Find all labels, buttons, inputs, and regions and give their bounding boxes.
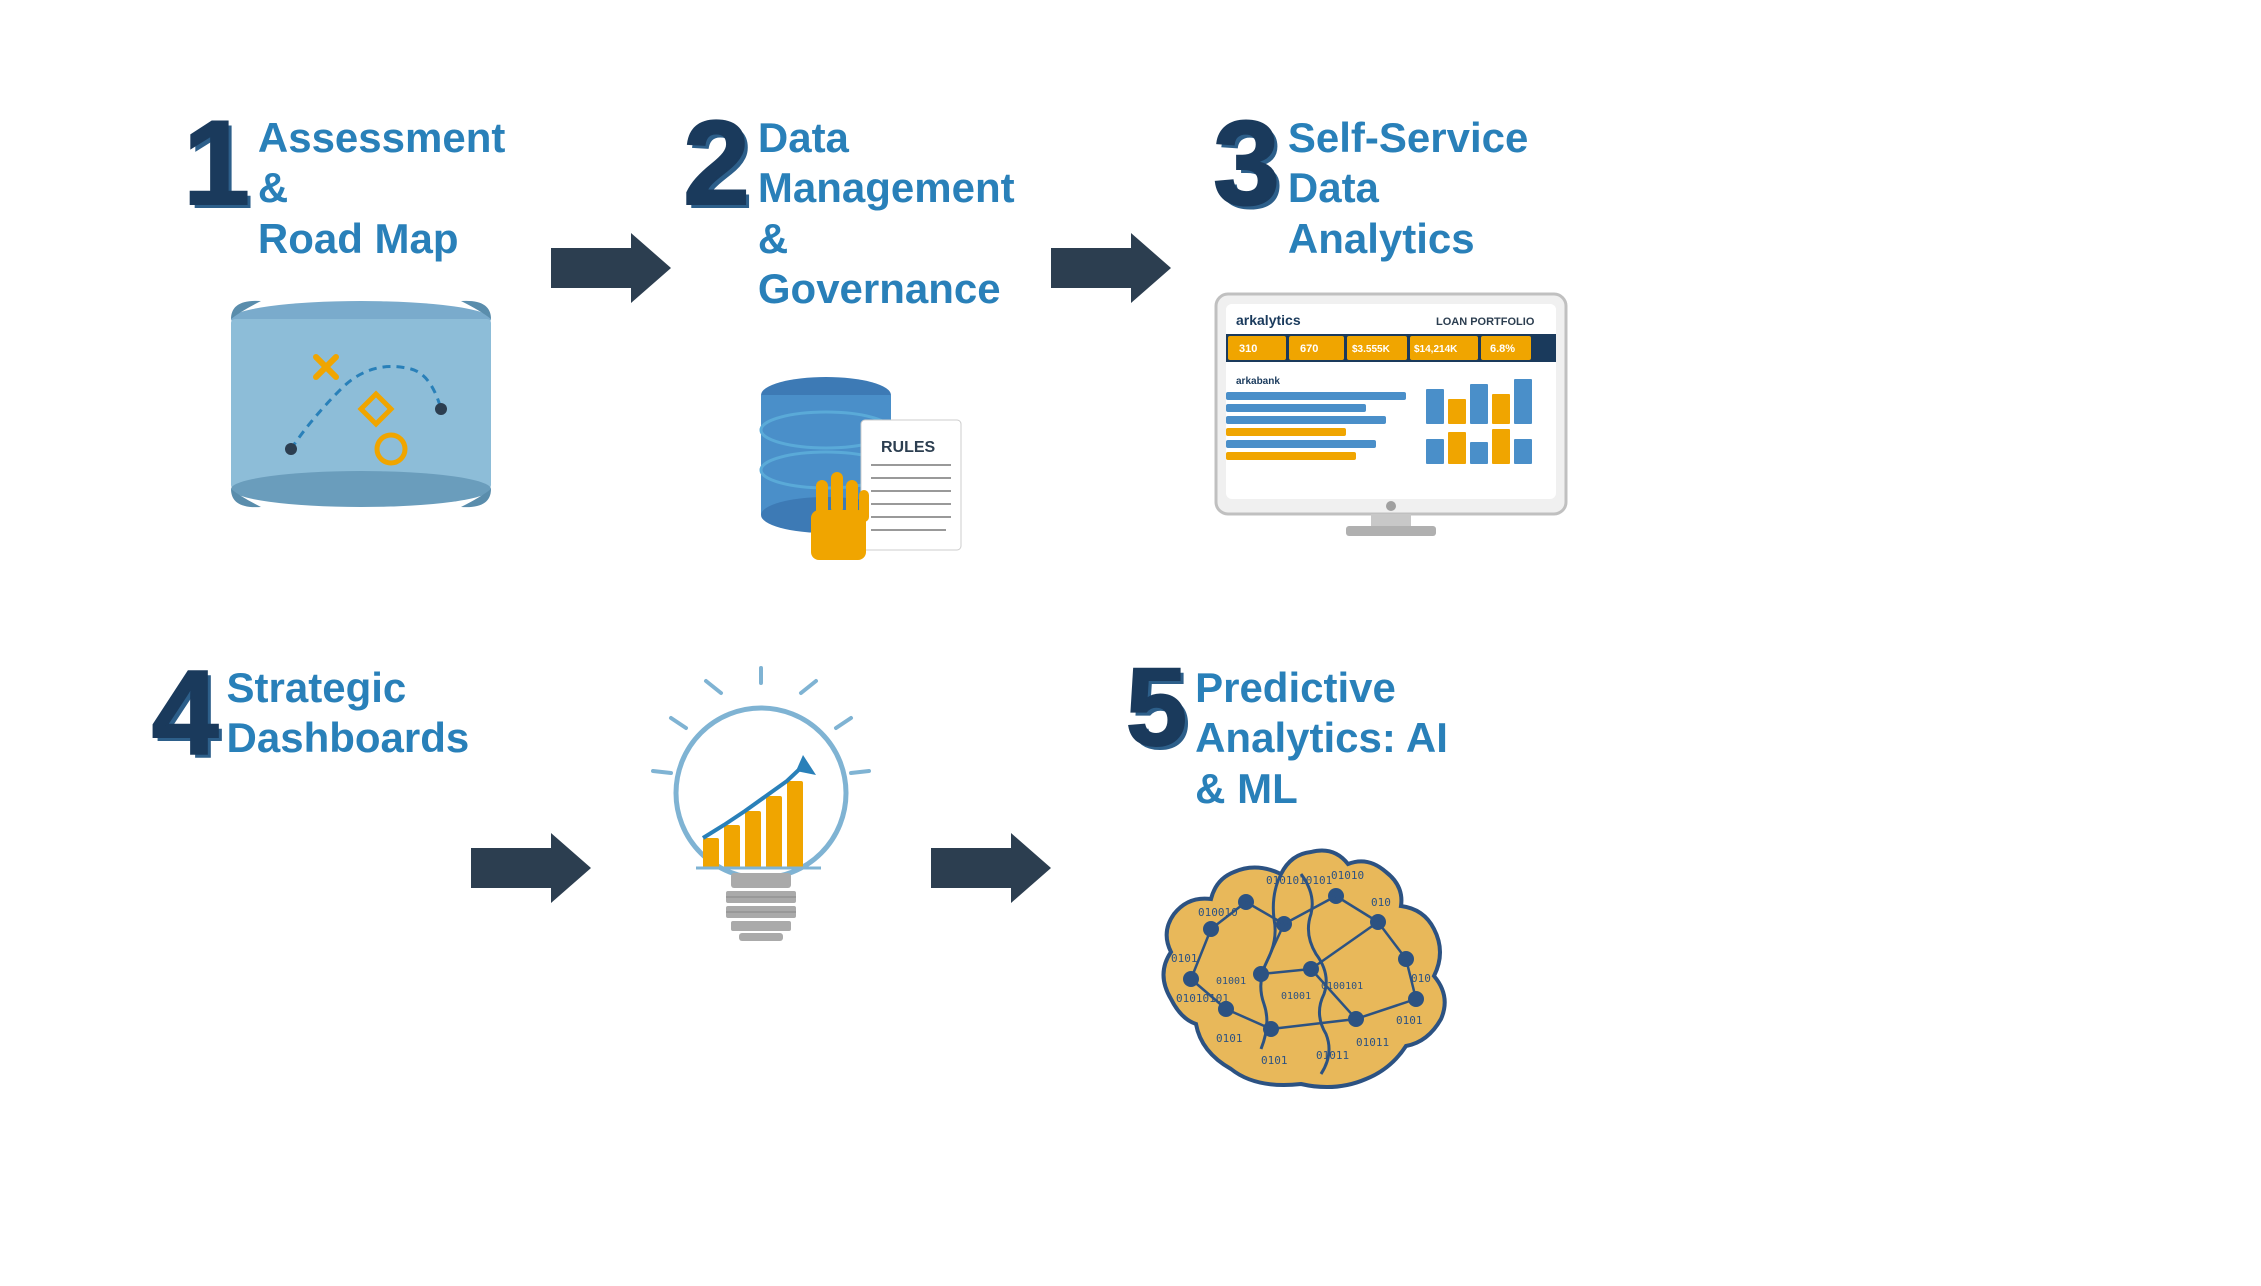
svg-text:010: 010	[1411, 972, 1431, 985]
svg-text:01001: 01001	[1281, 991, 1311, 1002]
svg-text:RULES: RULES	[881, 439, 936, 456]
step3-number: 3	[1213, 103, 1280, 223]
step5-section: 5 Predictive Analytics: AI & ML	[1081, 653, 1501, 1104]
step2-number: 2	[683, 103, 750, 223]
step1-number: 1	[183, 103, 250, 223]
db-rules-illustration: RULES	[701, 335, 1021, 585]
step4-number: 4	[152, 653, 219, 773]
svg-text:$3.555K: $3.555K	[1352, 344, 1391, 355]
main-container: 1 Assessment & Road Map	[81, 43, 2181, 1243]
step2-label: Data Management & Governance	[758, 103, 1038, 315]
svg-text:arkabank: arkabank	[1236, 376, 1280, 387]
step1-label: Assessment & Road Map	[258, 103, 538, 264]
step4-section: 4 Strategic Dashboards	[181, 653, 441, 793]
svg-text:0101010101: 0101010101	[1266, 874, 1332, 887]
arrow2	[1041, 103, 1181, 303]
step5-label: Predictive Analytics: AI & ML	[1195, 653, 1475, 814]
svg-text:0101: 0101	[1261, 1054, 1288, 1067]
svg-text:01010: 01010	[1331, 869, 1364, 882]
map-svg	[211, 289, 511, 529]
svg-text:0100101: 0100101	[1321, 981, 1363, 992]
svg-text:0101: 0101	[1216, 1032, 1243, 1045]
map-illustration	[201, 284, 521, 534]
step3-label: Self-Service Data Analytics	[1288, 103, 1568, 264]
arrow1	[541, 103, 681, 303]
step3-section: 3 Self-Service Data Analytics arkalytics…	[1181, 103, 1601, 544]
svg-text:01001: 01001	[1216, 976, 1246, 987]
arrow4	[901, 653, 1081, 903]
bulb-svg	[631, 663, 891, 973]
arrow2-svg	[1051, 233, 1171, 303]
step1-header: 1 Assessment & Road Map	[183, 103, 538, 264]
arrow4-svg	[931, 833, 1051, 903]
step3-header: 3 Self-Service Data Analytics	[1213, 103, 1568, 264]
step1-section: 1 Assessment & Road Map	[181, 103, 541, 534]
svg-text:0101: 0101	[1396, 1014, 1423, 1027]
bulb-illustration	[621, 653, 901, 973]
step4-label: Strategic Dashboards	[227, 653, 470, 764]
brain-svg: 010010 0101 01010101 0101 0101 01011 010…	[1116, 824, 1486, 1104]
svg-text:670: 670	[1300, 343, 1318, 355]
svg-text:01010101: 01010101	[1176, 992, 1229, 1005]
step5-number: 5	[1126, 653, 1187, 763]
svg-text:$14,214K: $14,214K	[1414, 344, 1458, 355]
arrow1-svg	[551, 233, 671, 303]
brain-illustration: 010010 0101 01010101 0101 0101 01011 010…	[1111, 824, 1491, 1104]
svg-text:01011: 01011	[1316, 1049, 1349, 1062]
svg-text:6.8%: 6.8%	[1490, 343, 1515, 355]
monitor-illustration: arkalytics LOAN PORTFOLIO 310 670 $3.555…	[1201, 284, 1581, 544]
row2: 4 Strategic Dashboards	[121, 653, 2141, 1203]
arrow3-svg	[471, 833, 591, 903]
svg-text:0101: 0101	[1171, 952, 1198, 965]
svg-text:010010: 010010	[1198, 906, 1238, 919]
svg-text:010: 010	[1371, 896, 1391, 909]
svg-text:01011: 01011	[1356, 1036, 1389, 1049]
monitor-svg: arkalytics LOAN PORTFOLIO 310 670 $3.555…	[1206, 284, 1576, 544]
svg-text:310: 310	[1239, 343, 1257, 355]
svg-text:LOAN PORTFOLIO: LOAN PORTFOLIO	[1436, 316, 1535, 328]
svg-text:arkalytics: arkalytics	[1236, 312, 1301, 328]
db-rules-svg: RULES	[716, 340, 1006, 580]
arrow3	[441, 653, 621, 903]
step4-header: 4 Strategic Dashboards	[152, 653, 469, 773]
row1: 1 Assessment & Road Map	[121, 83, 2141, 633]
step2-header: 2 Data Management & Governance	[683, 103, 1038, 315]
step5-header: 5 Predictive Analytics: AI & ML	[1126, 653, 1475, 814]
step2-section: 2 Data Management & Governance RULES	[681, 103, 1041, 585]
